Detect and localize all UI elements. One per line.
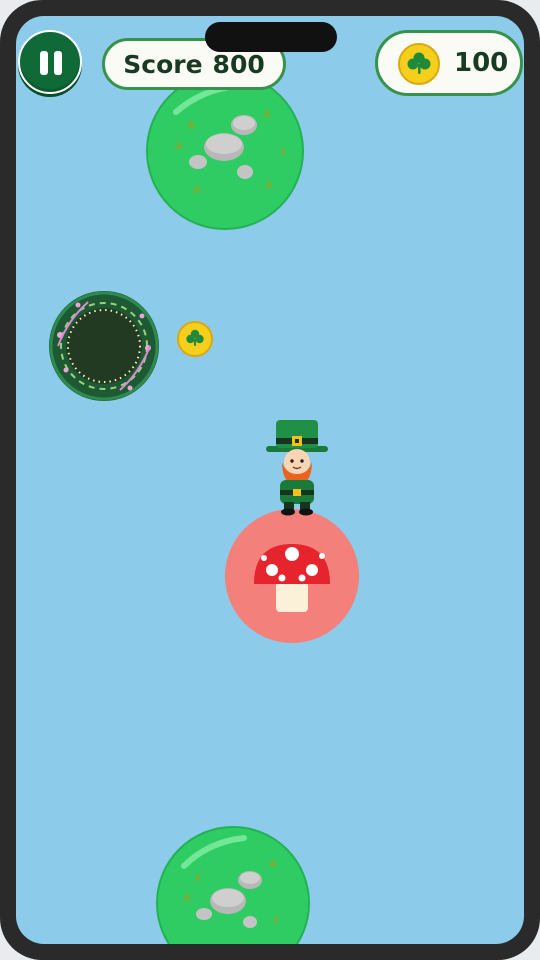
- score-value: 800: [212, 49, 265, 79]
- portal-icon: [49, 291, 159, 401]
- pause-button[interactable]: [18, 30, 82, 94]
- pause-icon: [40, 51, 48, 75]
- score-label: Score: [123, 49, 203, 79]
- shamrock-coin-pickup: [177, 321, 213, 357]
- coin-count: 100: [454, 48, 509, 78]
- mushroom-icon: [225, 509, 359, 643]
- coin-counter: 100: [375, 30, 523, 96]
- grass-planet-top: [146, 72, 304, 230]
- camera-notch: [205, 22, 337, 52]
- leprechaun-icon: [266, 420, 328, 516]
- grass-planet-bottom: [156, 826, 310, 944]
- pause-icon-bar: [54, 51, 62, 75]
- shamrock-coin-icon: [398, 43, 440, 85]
